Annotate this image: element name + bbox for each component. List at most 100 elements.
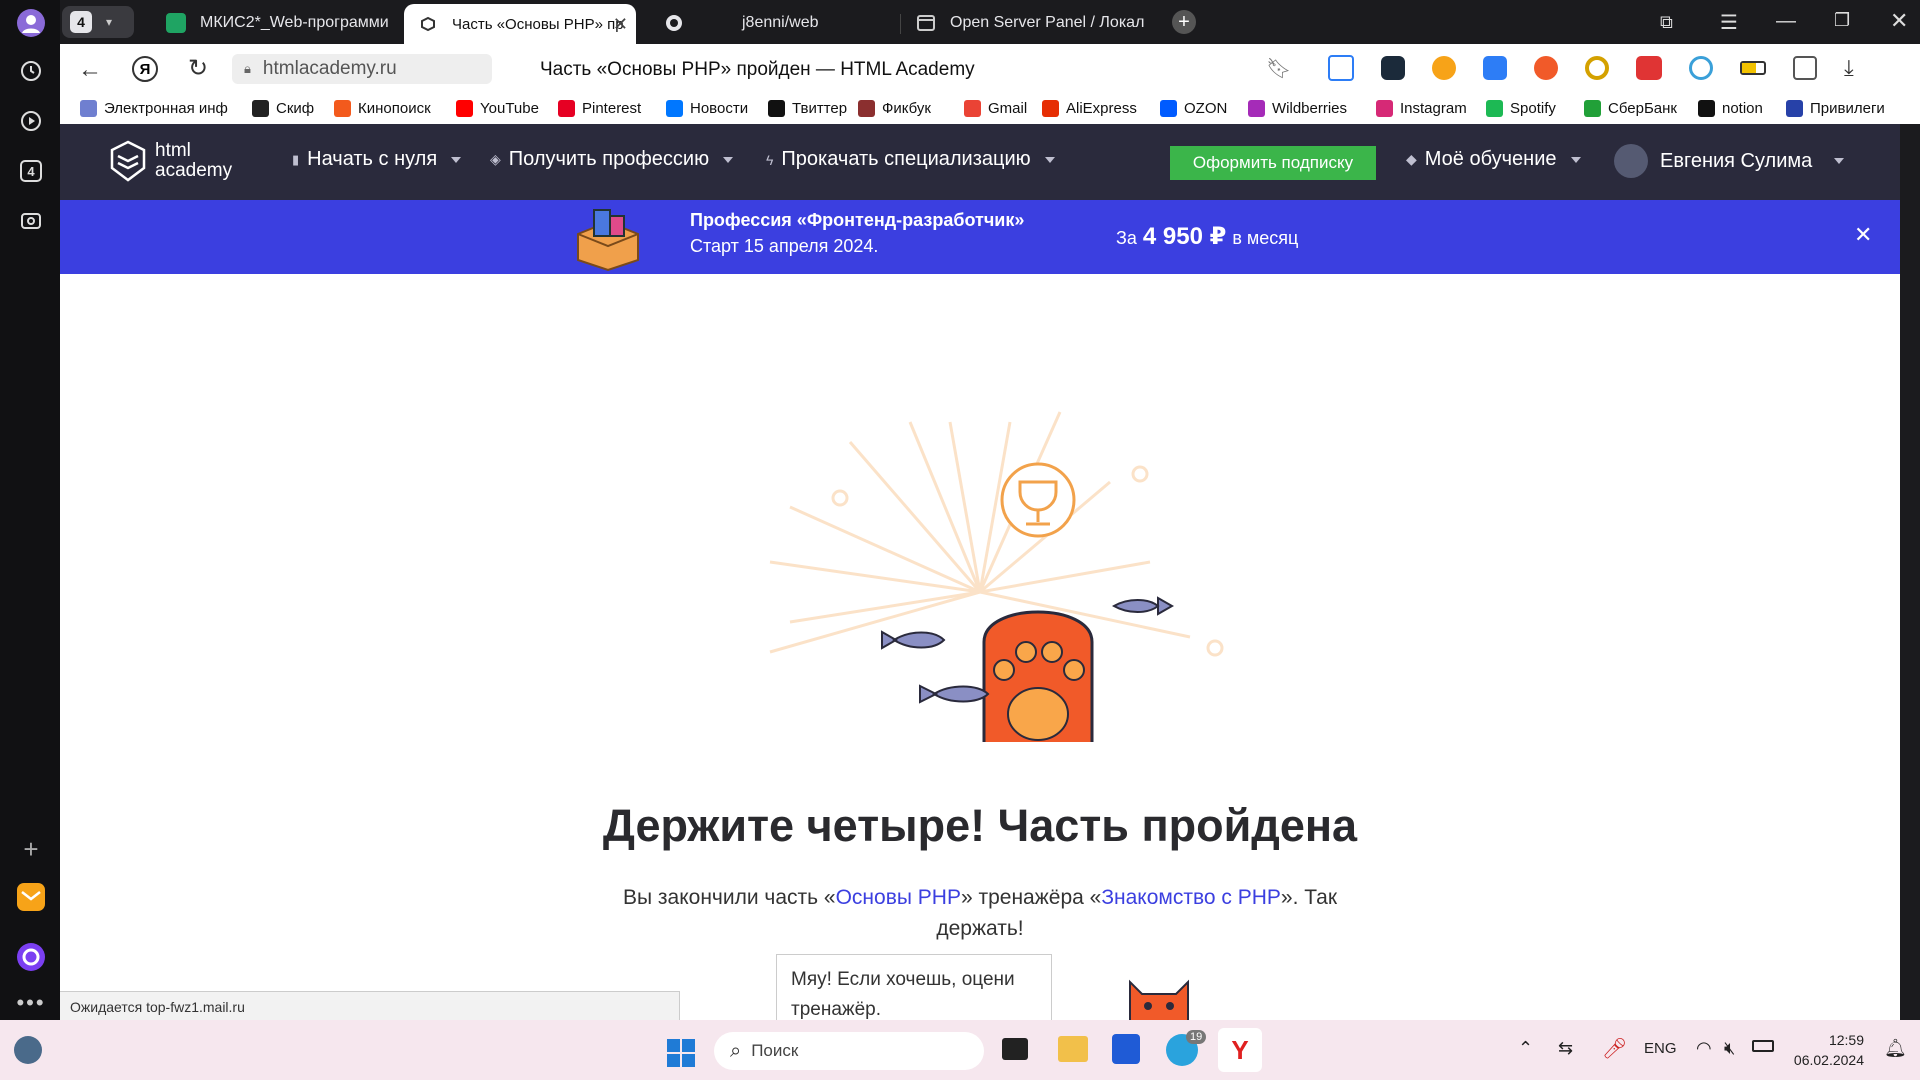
notes-app-icon[interactable] bbox=[1112, 1034, 1140, 1064]
weather-icon[interactable] bbox=[14, 1036, 42, 1064]
close-tab-icon[interactable]: ✕ bbox=[613, 14, 628, 35]
bookmark-item[interactable]: Pinterest bbox=[558, 100, 641, 117]
tabs-count-icon[interactable]: 4 bbox=[14, 154, 48, 188]
bookmark-item[interactable]: Новости bbox=[666, 100, 748, 117]
site-logo[interactable]: html academy bbox=[110, 140, 232, 182]
result-text: Вы закончили часть «Основы PHP» тренажёр… bbox=[60, 882, 1900, 944]
bookmark-item[interactable]: Instagram bbox=[1376, 100, 1467, 117]
screenshot-icon[interactable] bbox=[14, 204, 48, 238]
cat-icon bbox=[1129, 979, 1189, 1020]
close-window-icon[interactable]: ✕ bbox=[1890, 8, 1908, 34]
bookmark-item[interactable]: Фикбук bbox=[858, 100, 931, 117]
bookmark-item[interactable]: Wildberries bbox=[1248, 100, 1347, 117]
back-icon[interactable]: ← bbox=[78, 56, 102, 84]
logo-text: html bbox=[155, 140, 191, 161]
bookmark-item[interactable]: Spotify bbox=[1486, 100, 1556, 117]
bookmark-item[interactable]: AliExpress bbox=[1042, 100, 1137, 117]
task-view-icon[interactable] bbox=[1002, 1038, 1028, 1060]
nav-label: Получить профессию bbox=[508, 148, 710, 170]
nav-label: Начать с нуля bbox=[307, 148, 438, 170]
subscribe-button[interactable]: Оформить подписку bbox=[1170, 146, 1376, 180]
taskbar-search[interactable]: ⌕ Поиск bbox=[714, 1032, 984, 1070]
bookmark-item[interactable]: YouTube bbox=[456, 100, 539, 117]
settings-tray-icon[interactable]: ⇆ bbox=[1558, 1038, 1573, 1059]
promo-banner[interactable]: Профессия «Фронтенд-разработчик» Старт 1… bbox=[60, 200, 1900, 274]
bookmark-favicon-icon bbox=[1042, 100, 1059, 117]
minimize-icon[interactable]: — bbox=[1776, 10, 1796, 33]
my-learning-menu[interactable]: ◆ Моё обучение bbox=[1406, 148, 1581, 171]
tabs-count: 4 bbox=[20, 160, 42, 182]
tabs-menu-icon[interactable]: ⧉ bbox=[1660, 12, 1673, 33]
bookmark-label: AliExpress bbox=[1066, 100, 1137, 117]
clock[interactable]: 12:59 06.02.2024 bbox=[1790, 1030, 1864, 1070]
site-header: html academy ▮ Начать с нуля ◈ Получить … bbox=[60, 124, 1900, 200]
user-menu[interactable]: Евгения Сулима bbox=[1614, 144, 1845, 178]
history-icon[interactable] bbox=[14, 54, 48, 88]
bookmark-item[interactable]: Скиф bbox=[252, 100, 314, 117]
bookmark-icon[interactable]: 🔖︎ bbox=[1266, 56, 1291, 81]
nav-specialization[interactable]: ϟ Прокачать специализацию bbox=[766, 148, 1055, 171]
bookmark-item[interactable]: OZON bbox=[1160, 100, 1227, 117]
bookmark-item[interactable]: Электронная инф bbox=[80, 100, 228, 117]
extension-icon[interactable] bbox=[1689, 56, 1713, 80]
bookmark-label: Новости bbox=[690, 100, 749, 117]
extension-icon[interactable] bbox=[1793, 56, 1817, 80]
chevron-down-icon: ▾ bbox=[106, 15, 113, 29]
telegram-badge: 19 bbox=[1186, 1030, 1207, 1044]
tab-github[interactable]: j8enni/web bbox=[664, 4, 854, 42]
alice-icon[interactable] bbox=[14, 940, 48, 974]
bookmark-item[interactable]: Привилеги bbox=[1786, 100, 1885, 117]
notifications-icon[interactable]: 🔔︎ bbox=[1884, 1038, 1907, 1059]
browser-sidebar: 4 + ••• bbox=[0, 0, 60, 1020]
tab-openserver[interactable]: Open Server Panel / Локал bbox=[916, 4, 1206, 42]
bookmark-item[interactable]: Кинопоиск bbox=[334, 100, 431, 117]
close-icon[interactable]: ✕ bbox=[1854, 222, 1872, 248]
more-icon[interactable]: ••• bbox=[14, 986, 48, 1020]
volume-muted-icon[interactable]: 🔇︎ bbox=[1724, 1038, 1735, 1059]
extension-icon[interactable] bbox=[1328, 55, 1354, 81]
microphone-icon[interactable]: 🎤︎ bbox=[1602, 1036, 1627, 1061]
nav-start-from-zero[interactable]: ▮ Начать с нуля bbox=[292, 148, 462, 171]
extension-icon[interactable] bbox=[1432, 56, 1456, 80]
extension-icon[interactable] bbox=[1636, 56, 1662, 80]
menu-icon[interactable]: ☰ bbox=[1720, 10, 1738, 35]
bookmark-favicon-icon bbox=[1584, 100, 1601, 117]
translate-icon[interactable] bbox=[1483, 56, 1507, 80]
add-panel-icon[interactable]: + bbox=[14, 832, 48, 866]
tab-title: Open Server Panel / Локал bbox=[950, 14, 1145, 31]
tray-chevron-icon[interactable]: ⌃ bbox=[1518, 1038, 1533, 1059]
tab-htmlacademy[interactable]: Часть «Основы PHP» пр ✕ bbox=[404, 4, 636, 44]
wifi-icon[interactable]: ◠ bbox=[1696, 1038, 1712, 1059]
bookmark-favicon-icon bbox=[558, 100, 575, 117]
result-text-part: ». Так bbox=[1280, 886, 1338, 909]
bookmark-item[interactable]: Gmail bbox=[964, 100, 1027, 117]
language-indicator[interactable]: ENG bbox=[1644, 1040, 1677, 1057]
tab-group-button[interactable]: 4 ▾ bbox=[62, 6, 134, 38]
bookmark-label: Скиф bbox=[276, 100, 315, 117]
people-icon: ◆ bbox=[1406, 151, 1417, 167]
video-icon[interactable] bbox=[14, 104, 48, 138]
download-icon[interactable]: ⤓ bbox=[1844, 55, 1854, 81]
yandex-browser-icon[interactable]: Y bbox=[1218, 1028, 1262, 1072]
trainer-link[interactable]: Знакомство с PHP bbox=[1101, 886, 1281, 909]
start-icon[interactable] bbox=[666, 1038, 696, 1068]
file-explorer-icon[interactable] bbox=[1058, 1036, 1088, 1062]
nav-get-profession[interactable]: ◈ Получить профессию bbox=[490, 148, 734, 171]
profile-avatar[interactable] bbox=[14, 6, 48, 40]
reload-icon[interactable]: ↻ bbox=[188, 54, 208, 83]
bookmark-item[interactable]: notion bbox=[1698, 100, 1763, 117]
bookmark-item[interactable]: Твиттер bbox=[768, 100, 847, 117]
battery-icon[interactable] bbox=[1752, 1040, 1774, 1052]
part-link[interactable]: Основы PHP bbox=[836, 886, 961, 909]
mail-app-icon[interactable] bbox=[14, 880, 48, 914]
yandex-icon[interactable]: Я bbox=[132, 56, 158, 82]
bookmark-item[interactable]: СберБанк bbox=[1584, 100, 1677, 117]
extension-icon[interactable] bbox=[1381, 56, 1405, 80]
extension-icon[interactable] bbox=[1585, 56, 1609, 80]
new-tab-button[interactable]: + bbox=[1172, 10, 1196, 34]
bookmark-favicon-icon bbox=[334, 100, 351, 117]
restore-icon[interactable]: ❐ bbox=[1834, 10, 1850, 31]
cat-speech-bubble: Мяу! Если хочешь, оцени тренажёр. bbox=[776, 954, 1052, 1020]
url-field[interactable]: 🔒︎ htmlacademy.ru bbox=[232, 54, 492, 84]
extension-icon[interactable] bbox=[1534, 56, 1558, 80]
